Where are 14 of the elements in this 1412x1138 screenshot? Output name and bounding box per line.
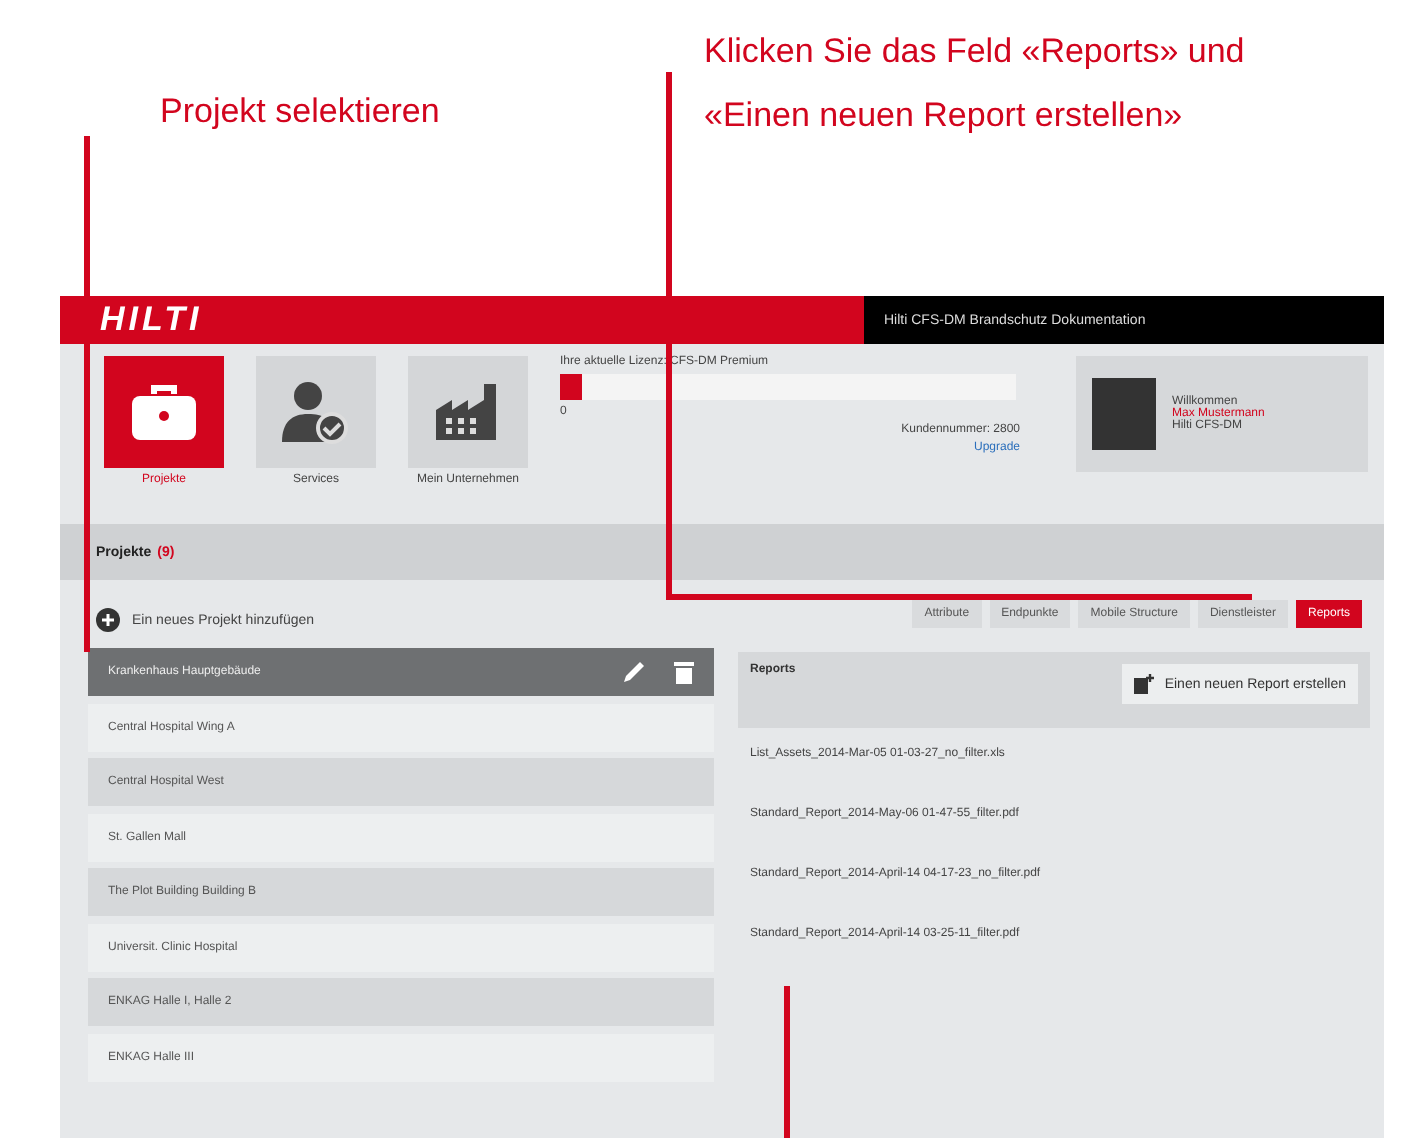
plus-circle-icon[interactable] xyxy=(96,608,120,632)
user-check-icon xyxy=(282,380,350,444)
callout-text: Projekt selektieren xyxy=(158,90,442,134)
logo: HILTI xyxy=(100,300,203,340)
trash-icon[interactable] xyxy=(674,660,694,684)
briefcase-icon xyxy=(130,382,198,442)
avatar-placeholder xyxy=(1092,378,1156,450)
edit-icon[interactable] xyxy=(622,660,646,684)
nav-tile[interactable] xyxy=(104,356,224,468)
factory-icon xyxy=(434,382,502,442)
nav-tile[interactable] xyxy=(256,356,376,468)
callout-text: Klicken Sie das Feld «Reports» und «Einen neuen Report erstellen» xyxy=(702,30,1247,138)
nav-tile[interactable] xyxy=(408,356,528,468)
document-plus-icon xyxy=(1134,674,1155,694)
